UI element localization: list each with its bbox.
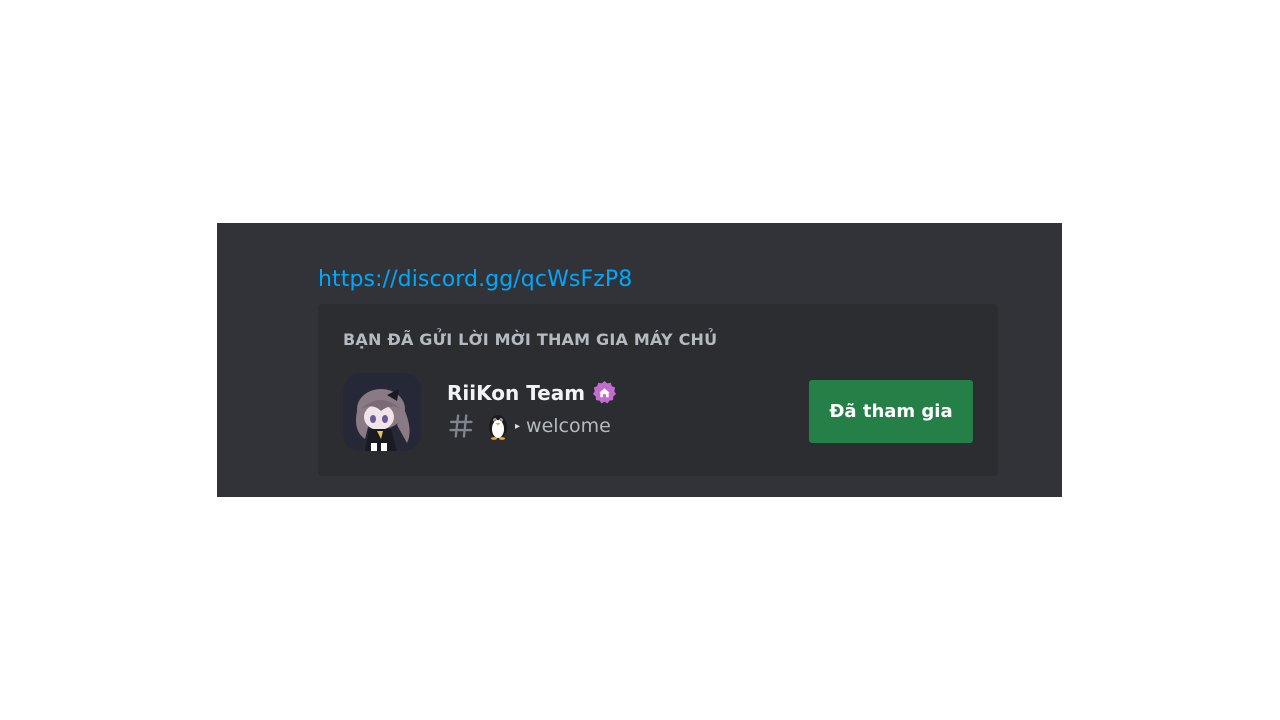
partner-badge-icon [592,380,617,405]
server-name[interactable]: RiiKon Team [447,381,585,405]
server-name-row: RiiKon Team [447,380,617,405]
server-avatar[interactable] [343,373,421,451]
penguin-icon [485,412,511,440]
channel-name[interactable]: welcome [526,415,611,437]
joined-button[interactable]: Đã tham gia [809,380,973,443]
invite-card: BẠN ĐÃ GỬI LỜI MỜI THAM GIA MÁY CHỦ RiiK… [318,304,998,476]
invite-link[interactable]: https://discord.gg/qcWsFzP8 [318,267,632,292]
channel-row: ▸ welcome [447,412,611,440]
invite-card-header: BẠN ĐÃ GỬI LỜI MỜI THAM GIA MÁY CHỦ [343,330,718,349]
hash-icon [447,412,475,440]
chat-message: https://discord.gg/qcWsFzP8 BẠN ĐÃ GỬI L… [217,223,1062,497]
arrow-right-icon: ▸ [515,420,521,432]
